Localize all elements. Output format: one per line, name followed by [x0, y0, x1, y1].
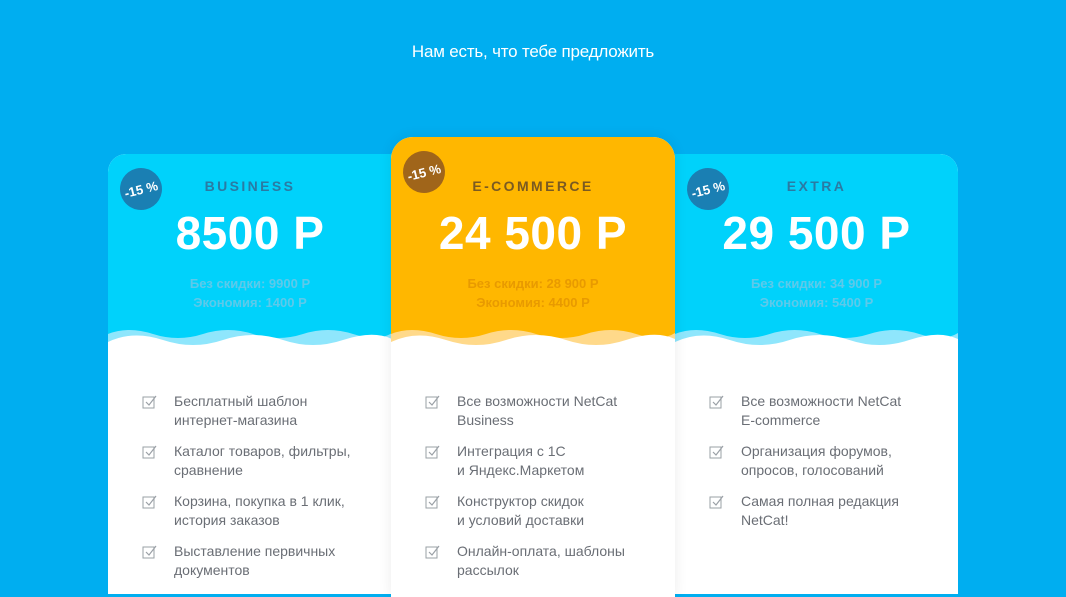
feature-text: Онлайн-оплата, шаблоны рассылок: [457, 543, 625, 578]
section-heading: Нам есть, что тебе предложить: [411, 42, 655, 61]
checkbox-icon: [142, 445, 157, 459]
feature-text: Организация форумов, опросов, голосований: [741, 443, 892, 478]
feature-list: Все возможности NetCat Business Интеграци…: [425, 392, 657, 592]
price-details: Без скидки: 34 900 Р Экономия: 5400 Р: [675, 274, 958, 312]
feature-text: Каталог товаров, фильтры, сравнение: [174, 443, 351, 478]
feature-item: Интеграция с 1С и Яндекс.Маркетом: [425, 442, 657, 480]
wave-divider: [675, 330, 958, 356]
price-details: Без скидки: 9900 Р Экономия: 1400 Р: [108, 274, 392, 312]
feature-item: Организация форумов, опросов, голосований: [709, 442, 940, 480]
checkbox-icon: [425, 545, 440, 559]
wave-divider: [108, 330, 392, 356]
price-savings: Экономия: 4400 Р: [476, 295, 590, 310]
wave-divider: [391, 330, 675, 356]
price-without-discount: Без скидки: 9900 Р: [189, 276, 311, 291]
feature-text: Конструктор скидок и условий доставки: [457, 493, 585, 528]
checkbox-icon: [709, 395, 724, 409]
feature-list: Бесплатный шаблон интернет-магазина Катал…: [142, 392, 374, 592]
feature-item: Конструктор скидок и условий доставки: [425, 492, 657, 530]
feature-text: Корзина, покупка в 1 клик, история заказо…: [174, 493, 345, 528]
feature-item: Все возможности NetCat E-commerce: [709, 392, 940, 430]
checkbox-icon: [142, 495, 157, 509]
feature-text: Все возможности NetCat Business: [457, 393, 618, 428]
plan-card-ecommerce[interactable]: -15 % E-COMMERCE 24 500 Р Без скидки: 28…: [391, 137, 675, 597]
checkbox-icon: [709, 495, 724, 509]
feature-text: Выставление первичных документов: [174, 543, 336, 578]
feature-item: Каталог товаров, фильтры, сравнение: [142, 442, 374, 480]
feature-item: Выставление первичных документов: [142, 542, 374, 580]
plan-card-extra[interactable]: -15 % EXTRA 29 500 Р Без скидки: 34 900 …: [675, 154, 958, 594]
feature-list: Все возможности NetCat E-commerce Организ…: [709, 392, 940, 542]
feature-item: Все возможности NetCat Business: [425, 392, 657, 430]
price-without-discount: Без скидки: 34 900 Р: [750, 276, 883, 291]
feature-text: Бесплатный шаблон интернет-магазина: [174, 393, 308, 428]
checkbox-icon: [142, 395, 157, 409]
price-savings: Экономия: 1400 Р: [193, 295, 307, 310]
price-details: Без скидки: 28 900 Р Экономия: 4400 Р: [391, 274, 675, 312]
feature-text: Все возможности NetCat E-commerce: [741, 393, 902, 428]
price-savings: Экономия: 5400 Р: [759, 295, 874, 310]
feature-item: Бесплатный шаблон интернет-магазина: [142, 392, 374, 430]
feature-item: Онлайн-оплата, шаблоны рассылок: [425, 542, 657, 580]
feature-text: Интеграция с 1С и Яндекс.Маркетом: [457, 443, 585, 478]
checkbox-icon: [425, 445, 440, 459]
plan-price: 24 500 Р: [438, 207, 628, 259]
feature-text: Самая полная редакция NetCat!: [741, 493, 899, 528]
checkbox-icon: [709, 445, 724, 459]
plan-price: 8500 Р: [175, 207, 325, 259]
checkbox-icon: [142, 545, 157, 559]
plan-price: 29 500 Р: [722, 207, 911, 259]
feature-item: Корзина, покупка в 1 клик, история заказо…: [142, 492, 374, 530]
feature-item: Самая полная редакция NetCat!: [709, 492, 940, 530]
plan-card-business[interactable]: -15 % BUSINESS 8500 Р Без скидки: 9900 Р…: [108, 154, 392, 594]
checkbox-icon: [425, 495, 440, 509]
checkbox-icon: [425, 395, 440, 409]
price-without-discount: Без скидки: 28 900 Р: [467, 276, 599, 291]
